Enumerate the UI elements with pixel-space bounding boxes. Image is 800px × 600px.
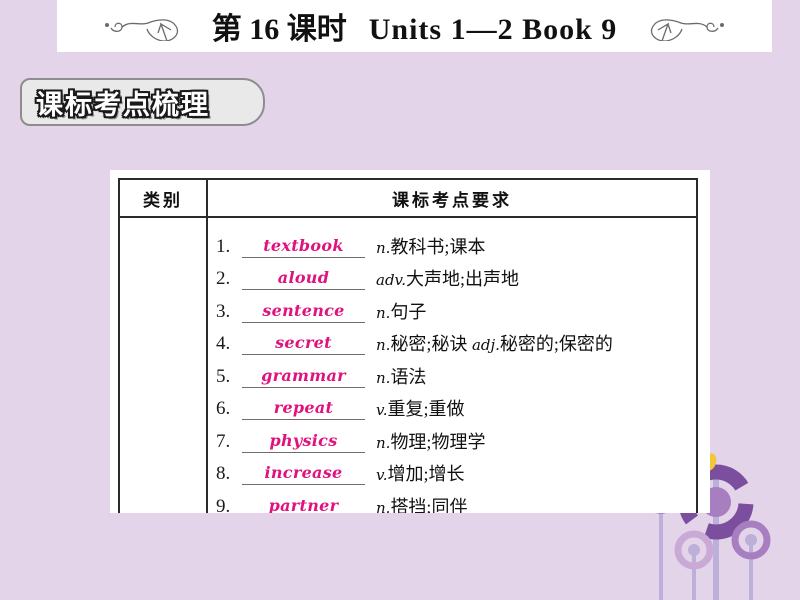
entry-blank[interactable]: sentence	[242, 300, 365, 323]
entry-blank[interactable]: textbook	[242, 235, 365, 258]
entry-meaning: n.秘密;秘诀 adj.秘密的;保密的	[365, 335, 696, 355]
content-sheet: 类别 课标考点要求 1. textbook n.教科书;课本 2. aloud …	[110, 170, 710, 513]
entry-blank[interactable]: secret	[242, 335, 365, 355]
list-item: 7. physics n.物理;物理学	[208, 420, 696, 453]
units-label: Units 1—2 Book 9	[368, 13, 618, 46]
column-header-requirement: 课标考点要求	[206, 178, 698, 218]
vocabulary-table: 类别 课标考点要求 1. textbook n.教科书;课本 2. aloud …	[118, 178, 698, 513]
entry-pos: v.	[376, 466, 388, 484]
entry-pos: n.	[376, 433, 391, 452]
category-cell	[118, 216, 208, 513]
entry-definition: 大声地;出声地	[406, 269, 520, 289]
entry-pos: n.	[376, 238, 391, 257]
title-banner: 第 16 课时 Units 1—2 Book 9	[57, 0, 772, 52]
entry-word: aloud	[277, 268, 330, 287]
entry-blank[interactable]: aloud	[242, 270, 365, 290]
flourish-ornament-left	[104, 19, 178, 41]
entry-blank[interactable]: physics	[242, 430, 365, 453]
list-item: 1. textbook n.教科书;课本	[208, 225, 696, 258]
entry-definition: 秘密;秘诀	[390, 334, 472, 354]
entry-definition: 重复;重做	[387, 399, 465, 419]
list-item: 8. increase v.增加;增长	[208, 453, 696, 485]
list-item: 4. secret n.秘密;秘诀 adj.秘密的;保密的	[208, 323, 696, 355]
entry-pos: v.	[376, 401, 388, 419]
entry-definition: 句子	[390, 301, 427, 322]
entry-word: partner	[268, 495, 339, 513]
entry-blank[interactable]: partner	[242, 495, 365, 513]
entry-meaning: n.教科书;课本	[365, 238, 696, 258]
entry-word: grammar	[261, 365, 346, 385]
table-row: 1. textbook n.教科书;课本 2. aloud adv.大声地;出声…	[118, 216, 698, 514]
entry-blank[interactable]: grammar	[242, 365, 365, 388]
entry-definition: 语法	[390, 366, 427, 387]
entry-index: 6.	[216, 398, 231, 419]
entry-meaning: n.搭挡;同伴	[365, 498, 696, 514]
list-item: 3. sentence n.句子	[208, 290, 696, 323]
entry-meaning: v.重复;重做	[365, 400, 696, 420]
entry-pos: adv.	[376, 271, 407, 289]
entry-meaning: v.增加;增长	[365, 465, 696, 485]
entry-index: 7.	[216, 430, 231, 452]
entry-pos: n.	[376, 336, 391, 354]
list-item: 2. aloud adv.大声地;出声地	[208, 258, 696, 290]
entry-pos-secondary: adj.	[471, 336, 500, 354]
entry-index: 1.	[216, 235, 231, 257]
entry-index: 8.	[216, 463, 231, 484]
entry-word: sentence	[262, 300, 345, 320]
entry-meaning: n.语法	[365, 368, 696, 388]
entry-definition: 搭挡;同伴	[390, 496, 468, 514]
flourish-ornament-right	[651, 19, 725, 41]
entry-meaning: adv.大声地;出声地	[365, 270, 696, 290]
entry-meaning: n.句子	[365, 303, 696, 323]
entry-pos: n.	[376, 368, 391, 387]
entry-definition-secondary: 秘密的;保密的	[499, 334, 613, 354]
entry-word: physics	[269, 430, 338, 450]
entry-index: 2.	[216, 268, 231, 289]
column-header-category: 类别	[118, 178, 208, 218]
entry-word: repeat	[273, 398, 334, 417]
lesson-label: 第 16 课时	[211, 13, 347, 46]
list-item: 6. repeat v.重复;重做	[208, 388, 696, 420]
list-item: 9. partner n.搭挡;同伴	[208, 485, 696, 514]
entry-meaning: n.物理;物理学	[365, 433, 696, 453]
entry-index: 9.	[216, 495, 231, 514]
entry-definition: 教科书;课本	[390, 236, 486, 257]
section-heading: 课标考点梳理	[20, 78, 265, 126]
entry-definition: 物理;物理学	[390, 431, 486, 452]
entry-definition: 增加;增长	[387, 464, 465, 484]
table-header-row: 类别 课标考点要求	[118, 178, 698, 218]
entry-pos: n.	[376, 303, 391, 322]
entry-index: 5.	[216, 365, 231, 387]
section-heading-label: 课标考点梳理	[35, 88, 210, 121]
entry-index: 3.	[216, 300, 231, 322]
entry-word: textbook	[263, 235, 344, 255]
entry-word: secret	[275, 333, 332, 352]
entry-blank[interactable]: repeat	[242, 400, 365, 420]
entry-list: 1. textbook n.教科书;课本 2. aloud adv.大声地;出声…	[208, 218, 696, 514]
list-item: 5. grammar n.语法	[208, 355, 696, 388]
entry-index: 4.	[216, 333, 231, 354]
requirement-cell: 1. textbook n.教科书;课本 2. aloud adv.大声地;出声…	[206, 216, 698, 514]
page-title: 第 16 课时 Units 1—2 Book 9	[212, 4, 618, 48]
entry-pos: n.	[376, 498, 391, 513]
entry-word: increase	[264, 463, 343, 482]
entry-blank[interactable]: increase	[242, 465, 365, 485]
